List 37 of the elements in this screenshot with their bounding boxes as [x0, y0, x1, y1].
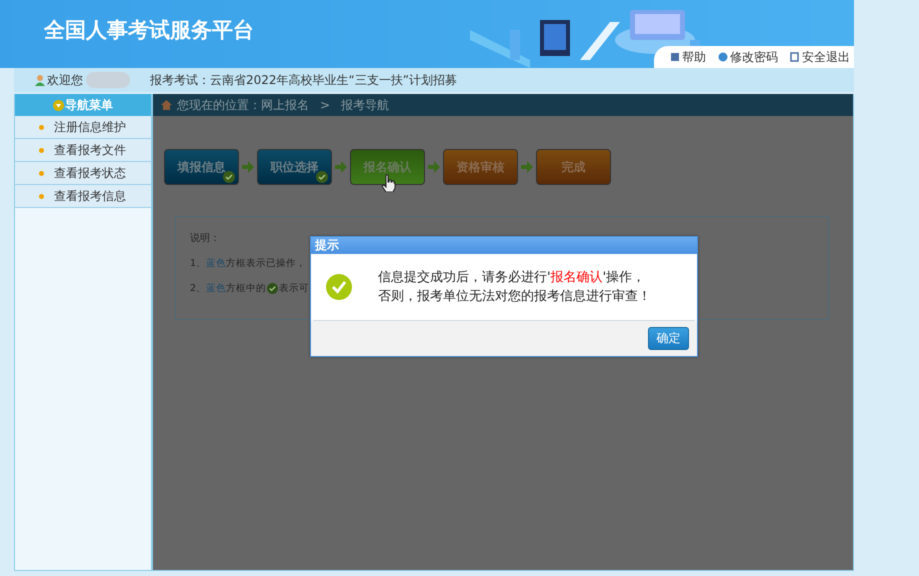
user-icon	[34, 74, 46, 86]
caret-icon	[53, 100, 64, 110]
hand-cursor-icon	[381, 174, 397, 192]
check-icon	[316, 171, 328, 183]
site-title: 全国人事考试服务平台	[44, 17, 254, 44]
dialog-message: 信息提交成功后，请务必进行'报名确认'操作， 否则，报考单位无法对您的报考信息进行审查！	[378, 269, 651, 306]
exam-name: 报考考试：云南省2022年高校毕业生“三支一扶”计划招募	[150, 72, 457, 88]
header-link[interactable]: 修改密码	[718, 48, 778, 66]
header-link[interactable]: 帮助	[670, 48, 706, 66]
note-text: 1、	[190, 257, 206, 270]
menu-item[interactable]: 注册信息维护	[15, 116, 151, 139]
check-icon	[267, 283, 278, 294]
note-text: 方框表示已操作，	[226, 257, 306, 270]
breadcrumb-path: 您现在的位置：网上报名	[177, 96, 309, 114]
dialog-title: 提示	[311, 237, 697, 254]
sidebar-title: 导航菜单	[15, 94, 151, 116]
confirm-button[interactable]: 确定	[648, 327, 689, 350]
arrow-icon	[428, 161, 440, 173]
note-text: 蓝色	[206, 257, 226, 270]
success-icon	[326, 274, 352, 300]
header-link[interactable]: 安全退出	[790, 48, 850, 66]
note-text: 2、	[190, 282, 206, 295]
note-text: 蓝色	[206, 282, 226, 295]
menu-item[interactable]: 查看报考文件	[15, 139, 151, 162]
menu-item[interactable]: 查看报考状态	[15, 162, 151, 185]
note-text: 表示可	[279, 282, 310, 295]
welcome-text: 欢迎您	[47, 72, 83, 88]
check-icon	[223, 171, 235, 183]
redacted-name	[86, 72, 130, 88]
home-icon	[161, 100, 172, 110]
menu-item[interactable]: 查看报考信息	[15, 185, 151, 208]
arrow-icon	[242, 161, 254, 173]
breadcrumb-current: 报考导航	[341, 96, 390, 114]
arrow-icon	[521, 161, 533, 173]
breadcrumb-separator: >	[320, 98, 330, 112]
note-text: 方框中的	[226, 282, 266, 295]
arrow-icon	[335, 161, 347, 173]
